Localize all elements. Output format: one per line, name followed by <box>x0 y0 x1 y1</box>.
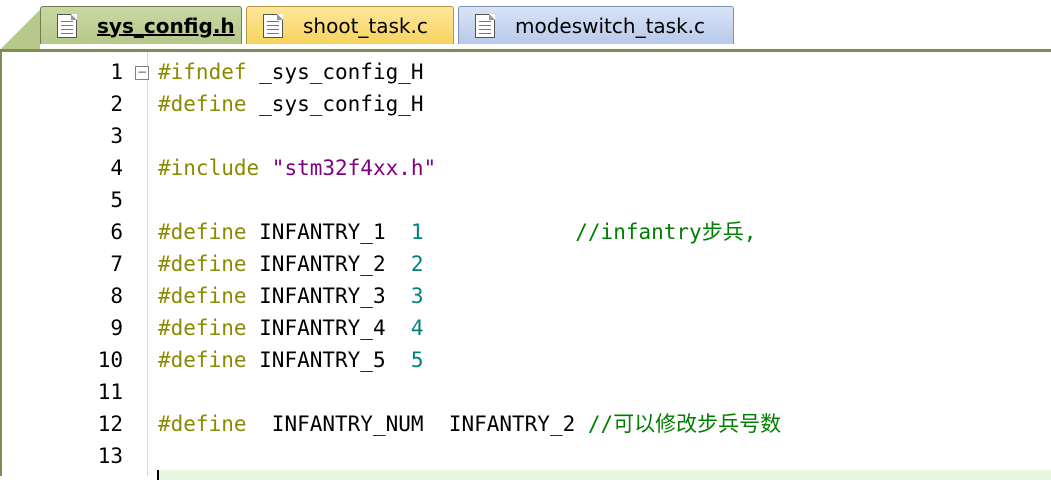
current-line-highlight <box>157 470 1051 480</box>
code-editor[interactable]: 1− #ifndef _sys_config_H 2 #define _sys_con… <box>0 49 1051 480</box>
preprocessor-token: #define <box>158 348 247 372</box>
code-text: #define INFANTRY_4 4 <box>158 312 424 344</box>
code-line[interactable]: 9 #define INFANTRY_4 4 <box>2 312 1051 344</box>
line-number: 13 <box>97 444 123 468</box>
code-text: #include "stm32f4xx.h" <box>158 152 436 184</box>
number-token: 5 <box>410 348 424 372</box>
identifier-token: INFANTRY_5 <box>246 348 411 372</box>
line-number: 7 <box>110 252 123 276</box>
code-line[interactable]: 8 #define INFANTRY_3 3 <box>2 280 1051 312</box>
number-token: 4 <box>410 316 424 340</box>
code-line[interactable]: 2 #define _sys_config_H <box>2 88 1051 120</box>
tab-bar-edge <box>0 10 40 50</box>
preprocessor-token: #define <box>158 316 247 340</box>
code-text: #define INFANTRY_NUM INFANTRY_2 //可以修改步兵… <box>158 408 781 440</box>
code-text: #define INFANTRY_2 2 <box>158 248 424 280</box>
line-number: 3 <box>110 124 123 148</box>
file-icon <box>475 13 495 38</box>
preprocessor-token: #define <box>158 220 247 244</box>
code-text: #define INFANTRY_1 1 //infantry步兵, <box>158 216 756 248</box>
code-line[interactable]: 6 #define INFANTRY_1 1 //infantry步兵, <box>2 216 1051 248</box>
comment-token: //infantry步兵, <box>423 220 757 244</box>
code-line[interactable]: 1− #ifndef _sys_config_H <box>2 56 1051 88</box>
line-number: 4 <box>110 156 123 180</box>
code-line[interactable]: 11 <box>2 376 1051 408</box>
number-token: 3 <box>410 284 424 308</box>
comment-token: //可以修改步兵号数 <box>575 412 782 436</box>
code-line[interactable]: 13 <box>2 440 1051 472</box>
identifier-token: INFANTRY_NUM INFANTRY_2 <box>246 412 576 436</box>
line-number: 12 <box>97 412 123 436</box>
identifier-token: _sys_config_H <box>246 92 424 116</box>
line-number: 2 <box>110 92 123 116</box>
line-number: 8 <box>110 284 123 308</box>
identifier-token: _sys_config_H <box>246 60 424 84</box>
code-line[interactable]: 7 #define INFANTRY_2 2 <box>2 248 1051 280</box>
file-icon <box>57 13 77 38</box>
line-number: 6 <box>110 220 123 244</box>
tab-label: sys_config.h <box>97 13 235 38</box>
tab-sys-config-h[interactable]: sys_config.h <box>40 6 242 44</box>
tab-modeswitch-task-c[interactable]: modeswitch_task.c <box>458 6 734 44</box>
code-line[interactable]: 3 <box>2 120 1051 152</box>
code-line[interactable]: 4 #include "stm32f4xx.h" <box>2 152 1051 184</box>
code-line[interactable]: 5 <box>2 184 1051 216</box>
identifier-token: INFANTRY_2 <box>246 252 411 276</box>
file-icon <box>263 13 283 38</box>
preprocessor-token: #ifndef <box>158 60 247 84</box>
line-number: 10 <box>97 348 123 372</box>
tab-shoot-task-c[interactable]: shoot_task.c <box>246 6 454 44</box>
tab-bar: sys_config.h shoot_task.c modeswitch_tas… <box>0 0 1051 50</box>
preprocessor-token: #define <box>158 92 247 116</box>
line-number: 11 <box>97 380 123 404</box>
number-token: 2 <box>410 252 424 276</box>
tab-label: modeswitch_task.c <box>515 13 706 38</box>
number-token: 1 <box>410 220 424 244</box>
string-token: "stm32f4xx.h" <box>259 156 437 180</box>
code-text: #define _sys_config_H <box>158 88 424 120</box>
preprocessor-token: #define <box>158 412 247 436</box>
preprocessor-token: #include <box>158 156 260 180</box>
code-text: #ifndef _sys_config_H <box>158 56 424 88</box>
tab-label: shoot_task.c <box>303 13 428 38</box>
identifier-token: INFANTRY_4 <box>246 316 411 340</box>
code-line[interactable]: 10 #define INFANTRY_5 5 <box>2 344 1051 376</box>
preprocessor-token: #define <box>158 252 247 276</box>
fold-toggle-icon[interactable]: − <box>135 66 149 80</box>
code-line[interactable]: 12 #define INFANTRY_NUM INFANTRY_2 //可以修改… <box>2 408 1051 440</box>
preprocessor-token: #define <box>158 284 247 308</box>
code-text: #define INFANTRY_5 5 <box>158 344 424 376</box>
line-number: 1 <box>110 60 123 84</box>
identifier-token: INFANTRY_1 <box>246 220 411 244</box>
identifier-token: INFANTRY_3 <box>246 284 411 308</box>
code-text: #define INFANTRY_3 3 <box>158 280 424 312</box>
line-number: 9 <box>110 316 123 340</box>
line-number: 5 <box>110 188 123 212</box>
